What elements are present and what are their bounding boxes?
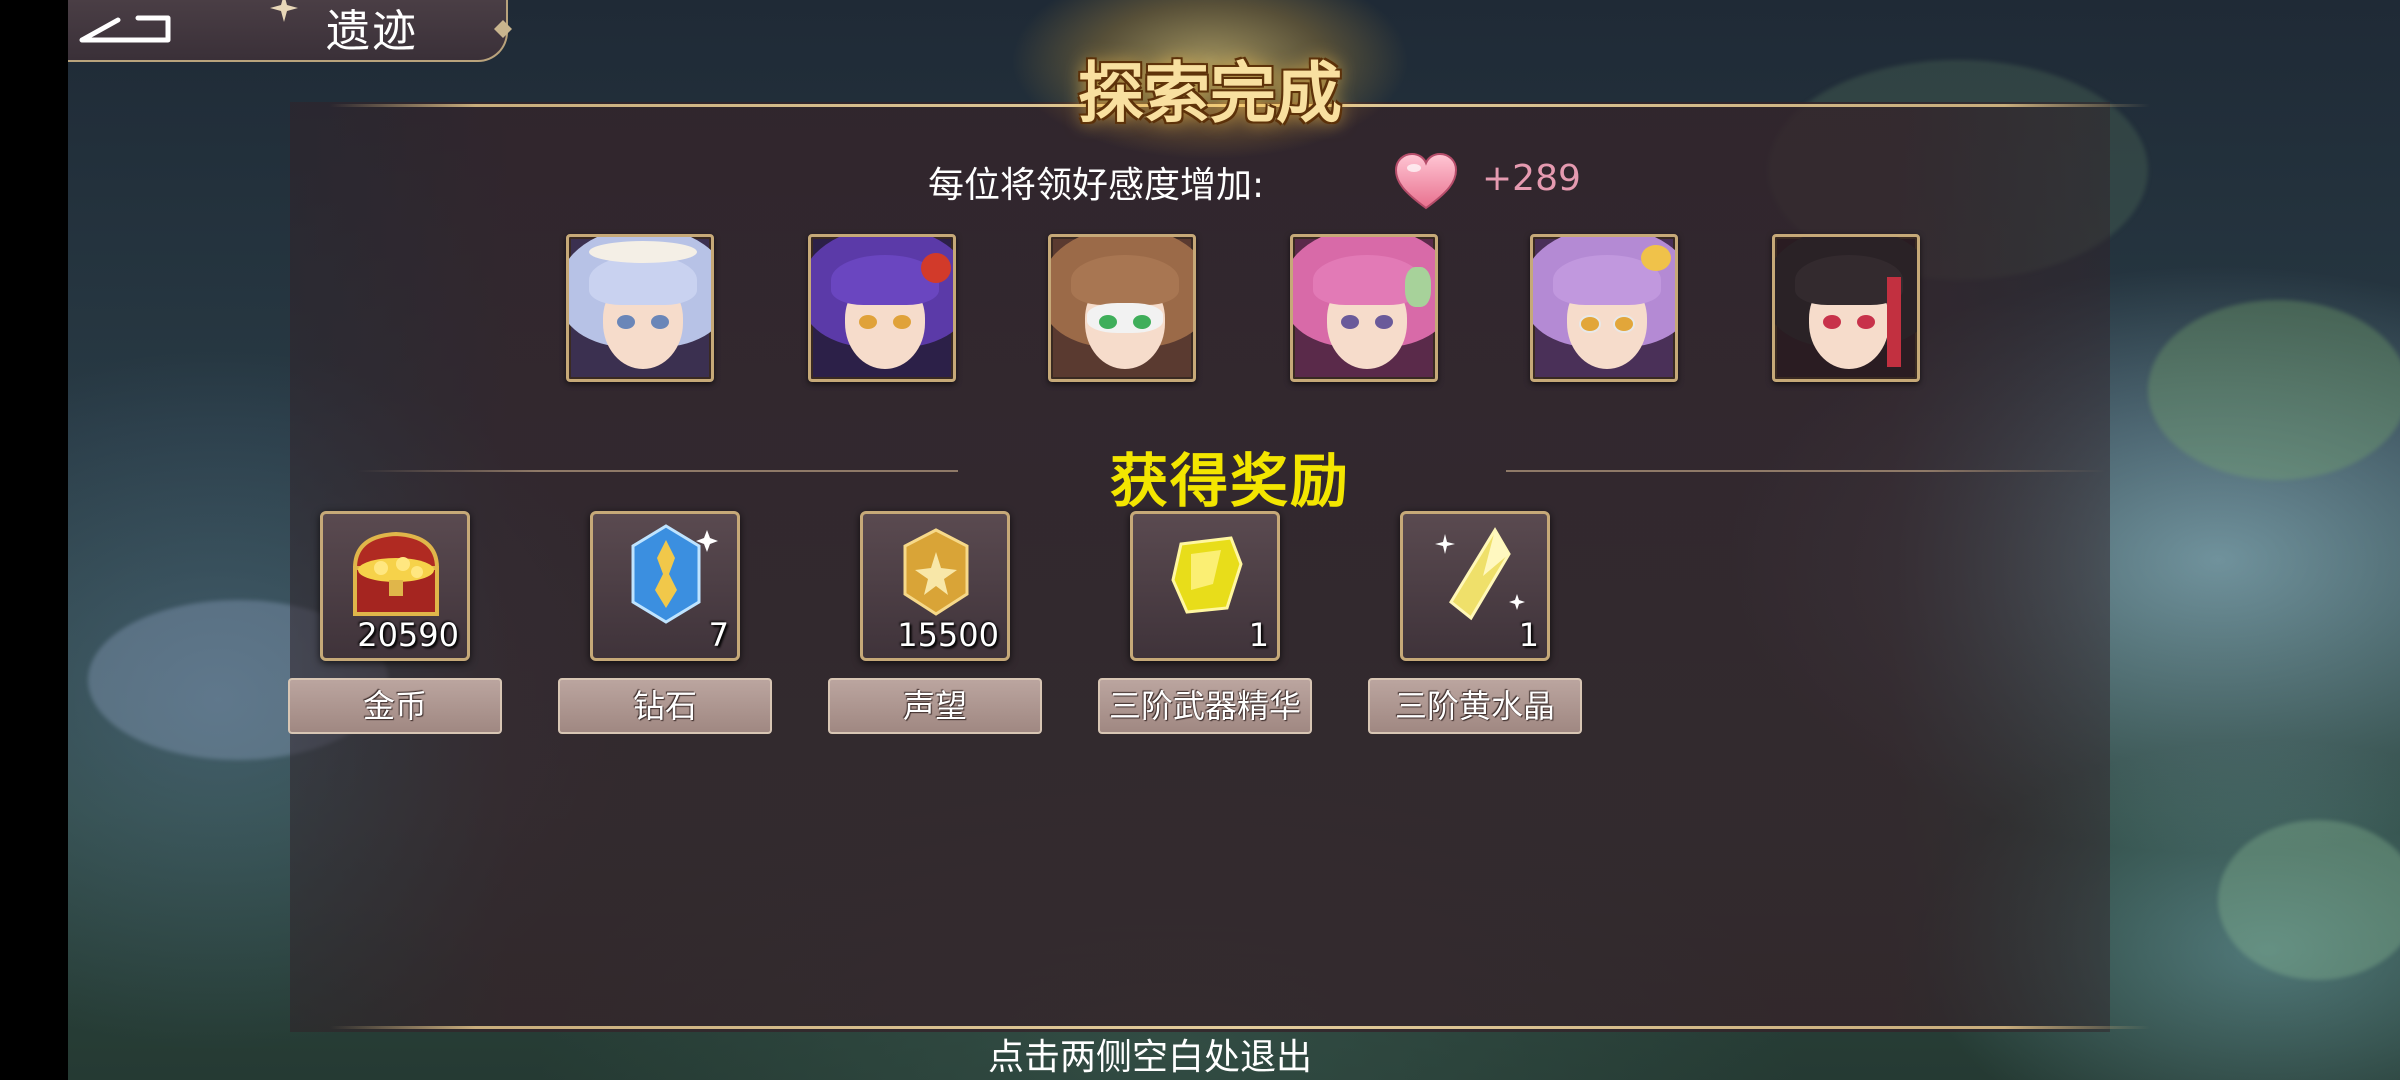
heart-icon <box>1394 152 1458 210</box>
hero-portrait-5[interactable] <box>1530 234 1678 382</box>
reward-yellow-crystal-label: 三阶黄水晶 <box>1368 678 1582 734</box>
hero-portrait-6[interactable] <box>1772 234 1920 382</box>
gold-medal-icon <box>903 528 969 616</box>
treasure-chest-icon <box>352 531 440 616</box>
reward-reputation-quantity: 15500 <box>897 616 999 654</box>
affection-label: 每位将领好感度增加: <box>928 165 1265 206</box>
back-arrow-icon[interactable] <box>78 10 174 50</box>
reward-weapon-essence-label: 三阶武器精华 <box>1098 678 1312 734</box>
hero-portrait-3[interactable] <box>1048 234 1196 382</box>
sparkle-icon <box>270 0 298 22</box>
reward-yellow-crystal-quantity: 1 <box>1518 616 1539 654</box>
reward-gold-label: 金币 <box>288 678 502 734</box>
affection-value: +289 <box>1482 158 1581 199</box>
hero-portrait-2[interactable] <box>808 234 956 382</box>
reward-gold[interactable]: 20590 <box>320 511 470 661</box>
reward-diamond[interactable]: 7 <box>590 511 740 661</box>
yellow-crystal-icon <box>1435 527 1525 621</box>
reward-diamond-quantity: 7 <box>708 616 729 654</box>
page-title: 遗迹 <box>326 6 418 57</box>
rewards-divider-left <box>358 470 958 472</box>
exploration-complete-banner: 探索完成 <box>1078 54 1342 132</box>
rewards-divider-right <box>1506 470 2106 472</box>
yellow-essence-icon <box>1171 536 1243 614</box>
hero-portrait-4[interactable] <box>1290 234 1438 382</box>
diamond-ornament-icon <box>494 20 512 38</box>
reward-gold-quantity: 20590 <box>357 616 459 654</box>
reward-reputation[interactable]: 15500 <box>860 511 1010 661</box>
reward-diamond-label: 钻石 <box>558 678 772 734</box>
reward-reputation-label: 声望 <box>828 678 1042 734</box>
exit-hint: 点击两侧空白处退出 <box>988 1037 1313 1078</box>
reward-yellow-crystal[interactable]: 1 <box>1400 511 1550 661</box>
rewards-title: 获得奖励 <box>1109 447 1350 515</box>
reward-weapon-essence[interactable]: 1 <box>1130 511 1280 661</box>
hero-portrait-1[interactable] <box>566 234 714 382</box>
reward-weapon-essence-quantity: 1 <box>1248 616 1269 654</box>
blue-crystal-icon <box>631 524 718 624</box>
